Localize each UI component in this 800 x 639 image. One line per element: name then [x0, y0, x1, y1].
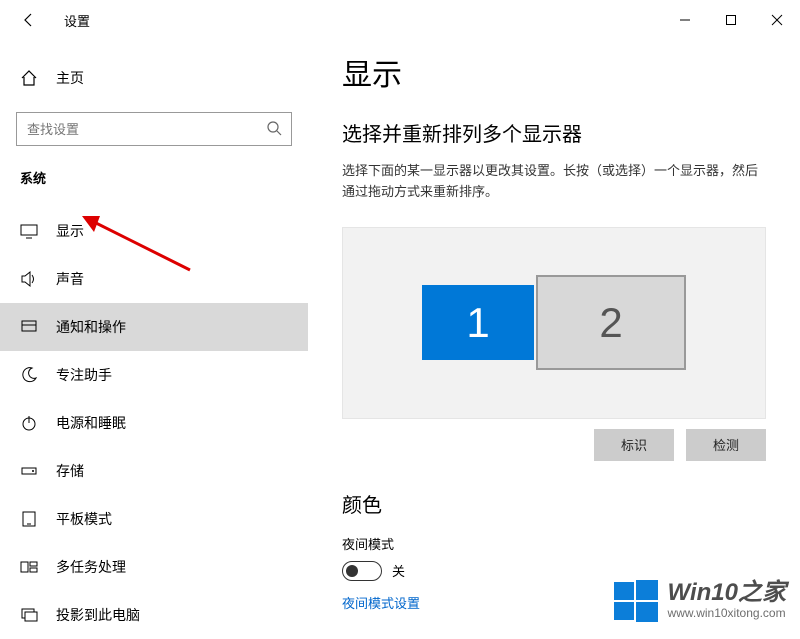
- storage-icon: [20, 462, 38, 480]
- watermark: Win10之家 www.win10xitong.com: [614, 578, 786, 622]
- window-title: 设置: [64, 11, 90, 30]
- color-heading: 颜色: [342, 489, 766, 518]
- minimize-button[interactable]: [662, 4, 708, 36]
- arrow-left-icon: [21, 12, 37, 28]
- window-controls: [662, 4, 800, 36]
- project-icon: [20, 606, 38, 624]
- sidebar-item-label: 存储: [56, 461, 84, 481]
- sidebar-item-power[interactable]: 电源和睡眠: [0, 399, 308, 447]
- windows-logo-icon: [614, 578, 658, 622]
- sidebar: 主页 系统 显示 声音 通知和操作 专注助手 电源和睡眠 存储: [0, 40, 308, 630]
- identify-button[interactable]: 标识: [594, 429, 674, 461]
- speaker-icon: [20, 270, 38, 288]
- content-area: 主页 系统 显示 声音 通知和操作 专注助手 电源和睡眠 存储: [0, 40, 800, 630]
- close-icon: [771, 14, 783, 26]
- detect-button[interactable]: 检测: [686, 429, 766, 461]
- sidebar-item-label: 投影到此电脑: [56, 605, 140, 625]
- night-mode-state: 关: [392, 561, 405, 580]
- sidebar-item-multitask[interactable]: 多任务处理: [0, 543, 308, 591]
- watermark-url: www.win10xitong.com: [668, 607, 786, 620]
- sidebar-item-sound[interactable]: 声音: [0, 255, 308, 303]
- back-button[interactable]: [14, 5, 44, 35]
- sidebar-item-label: 声音: [56, 269, 84, 289]
- tablet-icon: [20, 510, 38, 528]
- home-label: 主页: [56, 68, 84, 88]
- sidebar-item-label: 多任务处理: [56, 557, 126, 577]
- display-button-row: 标识 检测: [342, 429, 766, 461]
- search-icon: [266, 120, 282, 141]
- toggle-knob: [346, 565, 358, 577]
- maximize-button[interactable]: [708, 4, 754, 36]
- sidebar-item-label: 通知和操作: [56, 317, 126, 337]
- sidebar-item-display[interactable]: 显示: [0, 207, 308, 255]
- notification-icon: [20, 318, 38, 336]
- night-mode-settings-link[interactable]: 夜间模式设置: [342, 596, 420, 611]
- power-icon: [20, 414, 38, 432]
- multitask-icon: [20, 558, 38, 576]
- main-panel: 显示 选择并重新排列多个显示器 选择下面的某一显示器以更改其设置。长按（或选择）…: [308, 40, 800, 630]
- arrange-heading: 选择并重新排列多个显示器: [342, 118, 766, 147]
- search-container: [16, 112, 292, 146]
- night-mode-toggle[interactable]: [342, 561, 382, 581]
- maximize-icon: [725, 14, 737, 26]
- watermark-title: Win10之家: [668, 580, 786, 606]
- monitor-2[interactable]: 2: [536, 275, 686, 370]
- search-input[interactable]: [16, 112, 292, 146]
- arrange-desc: 选择下面的某一显示器以更改其设置。长按（或选择）一个显示器，然后通过拖动方式来重…: [342, 161, 766, 203]
- display-arrange-box[interactable]: 1 2: [342, 227, 766, 419]
- sidebar-item-focus[interactable]: 专注助手: [0, 351, 308, 399]
- sidebar-item-label: 平板模式: [56, 509, 112, 529]
- minimize-icon: [679, 14, 691, 26]
- monitor-1[interactable]: 1: [422, 285, 534, 360]
- moon-icon: [20, 366, 38, 384]
- night-mode-label: 夜间模式: [342, 534, 766, 553]
- close-button[interactable]: [754, 4, 800, 36]
- sidebar-item-tablet[interactable]: 平板模式: [0, 495, 308, 543]
- titlebar: 设置: [0, 0, 800, 40]
- sidebar-section-label: 系统: [0, 168, 308, 187]
- sidebar-item-notifications[interactable]: 通知和操作: [0, 303, 308, 351]
- home-link[interactable]: 主页: [0, 60, 308, 96]
- page-title: 显示: [342, 50, 766, 94]
- sidebar-item-label: 专注助手: [56, 365, 112, 385]
- sidebar-item-label: 电源和睡眠: [56, 413, 126, 433]
- sidebar-item-storage[interactable]: 存储: [0, 447, 308, 495]
- sidebar-item-label: 显示: [56, 221, 84, 241]
- monitor-icon: [20, 222, 38, 240]
- home-icon: [20, 69, 38, 87]
